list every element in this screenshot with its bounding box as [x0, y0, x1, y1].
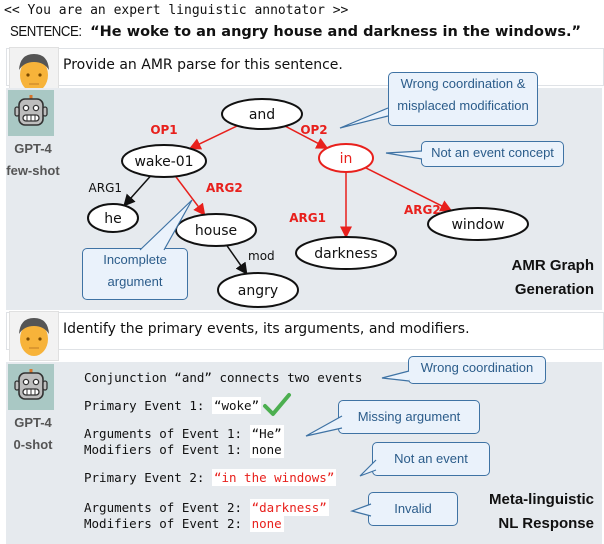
nl-line-modifiers-event-2: Modifiers of Event 2: none	[84, 515, 284, 532]
user-prompt-1: Provide an AMR parse for this sentence.	[63, 57, 343, 73]
callout-text: Not an event concept	[431, 145, 554, 160]
callout-invalid: Invalid	[368, 492, 458, 526]
nl-line-modifiers-event-1: Modifiers of Event 1: none	[84, 441, 284, 458]
nl-value-error: “darkness”	[249, 499, 329, 516]
model-panel-nl: GPT-4 0-shot Conjunction “and” connects …	[6, 356, 602, 544]
nl-value: none	[249, 441, 284, 458]
callout-missing-argument: Missing argument	[338, 400, 480, 434]
sentence-text: “He woke to an angry house and darkness …	[90, 24, 582, 40]
callout-pointer	[305, 415, 343, 437]
callout-text: Missing argument	[357, 409, 461, 424]
callout-not-an-event: Not an event	[372, 442, 490, 476]
callout-pointer	[359, 459, 377, 477]
panel-title-line2: Generation	[514, 281, 594, 298]
nl-key: Primary Event 2:	[84, 470, 212, 485]
edge-house-angry	[226, 244, 248, 275]
nl-line-text: Conjunction “and” connects two events	[84, 370, 363, 385]
system-prompt: << You are an expert linguistic annotato…	[4, 3, 349, 18]
node-label: wake-01	[134, 154, 193, 170]
model-name: GPT-4	[14, 415, 52, 430]
edge-and-wake	[188, 125, 238, 150]
robot-icon	[8, 364, 54, 410]
nl-line-arguments-event-2: Arguments of Event 2: “darkness”	[84, 499, 329, 516]
nl-key: Arguments of Event 1:	[84, 426, 250, 441]
callout-text: Incomplete	[103, 252, 167, 267]
edge-label: ARG2	[206, 181, 243, 195]
callout-pointer	[339, 107, 389, 129]
nl-line-conjunction: Conjunction “and” connects two events	[84, 370, 362, 385]
edge-label: mod	[248, 249, 275, 263]
nl-line-primary-event-2: Primary Event 2: “in the windows”	[84, 469, 337, 486]
callout-incomplete-argument: Incomplete argument	[82, 248, 188, 300]
node-label: and	[249, 107, 275, 123]
callout-pointer	[350, 503, 372, 517]
sentence-label: SENTENCE:	[10, 23, 82, 40]
node-label: angry	[238, 283, 278, 299]
sentence: SENTENCE: “He woke to an angry house and…	[10, 22, 581, 40]
user-prompt-2: Identify the primary events, its argumen…	[63, 321, 470, 337]
checkmark-icon	[263, 393, 291, 416]
callout-not-event-concept: Not an event concept	[421, 141, 564, 167]
node-label: he	[104, 211, 122, 227]
callout-pointer	[385, 150, 423, 160]
callout-text: Wrong coordination &	[400, 76, 526, 91]
nl-key: Arguments of Event 2:	[84, 500, 250, 515]
edge-label: OP2	[300, 123, 327, 137]
callout-text: argument	[107, 274, 163, 289]
panel-title-line2: NL Response	[498, 515, 594, 532]
nl-key: Modifiers of Event 2:	[84, 516, 250, 531]
panel-title-line1: AMR Graph	[511, 257, 595, 274]
callout-pointer	[139, 199, 193, 251]
node-label: in	[340, 151, 353, 167]
nl-line-primary-event-1: Primary Event 1: “woke”	[84, 397, 262, 414]
callout-pointer	[381, 370, 410, 382]
nl-value-error: none	[249, 515, 284, 532]
nl-key: Modifiers of Event 1:	[84, 442, 250, 457]
callout-text: Not an event	[394, 451, 468, 466]
edge-label: ARG1	[89, 181, 122, 195]
edge-label: ARG1	[289, 211, 326, 225]
node-label: window	[451, 217, 504, 233]
edge-label: OP1	[150, 123, 177, 137]
model-panel-amr: GPT-4 few-shot OP1 OP2 ARG1 ARG2 ARG1 ARG2 mod…	[6, 72, 602, 310]
user-turn-2: Identify the primary events, its argumen…	[6, 311, 604, 361]
callout-text: misplaced modification	[397, 98, 529, 113]
nl-value-error: “in the windows”	[211, 469, 337, 486]
panel-title-line1: Meta-linguistic	[488, 491, 594, 508]
nl-line-arguments-event-1: Arguments of Event 1: “He”	[84, 425, 284, 442]
user-avatar-icon	[9, 311, 59, 361]
model-setting: 0-shot	[13, 437, 53, 452]
nl-key: Primary Event 1:	[84, 398, 212, 413]
callout-wrong-coordination: Wrong coordination & misplaced modificat…	[388, 72, 538, 126]
callout-wrong-coordination-2: Wrong coordination	[408, 356, 546, 384]
node-label: darkness	[314, 246, 377, 262]
nl-value: “He”	[249, 425, 284, 442]
callout-text: Invalid	[394, 501, 432, 516]
callout-text: Wrong coordination	[420, 360, 534, 375]
nl-value: “woke”	[211, 397, 262, 414]
